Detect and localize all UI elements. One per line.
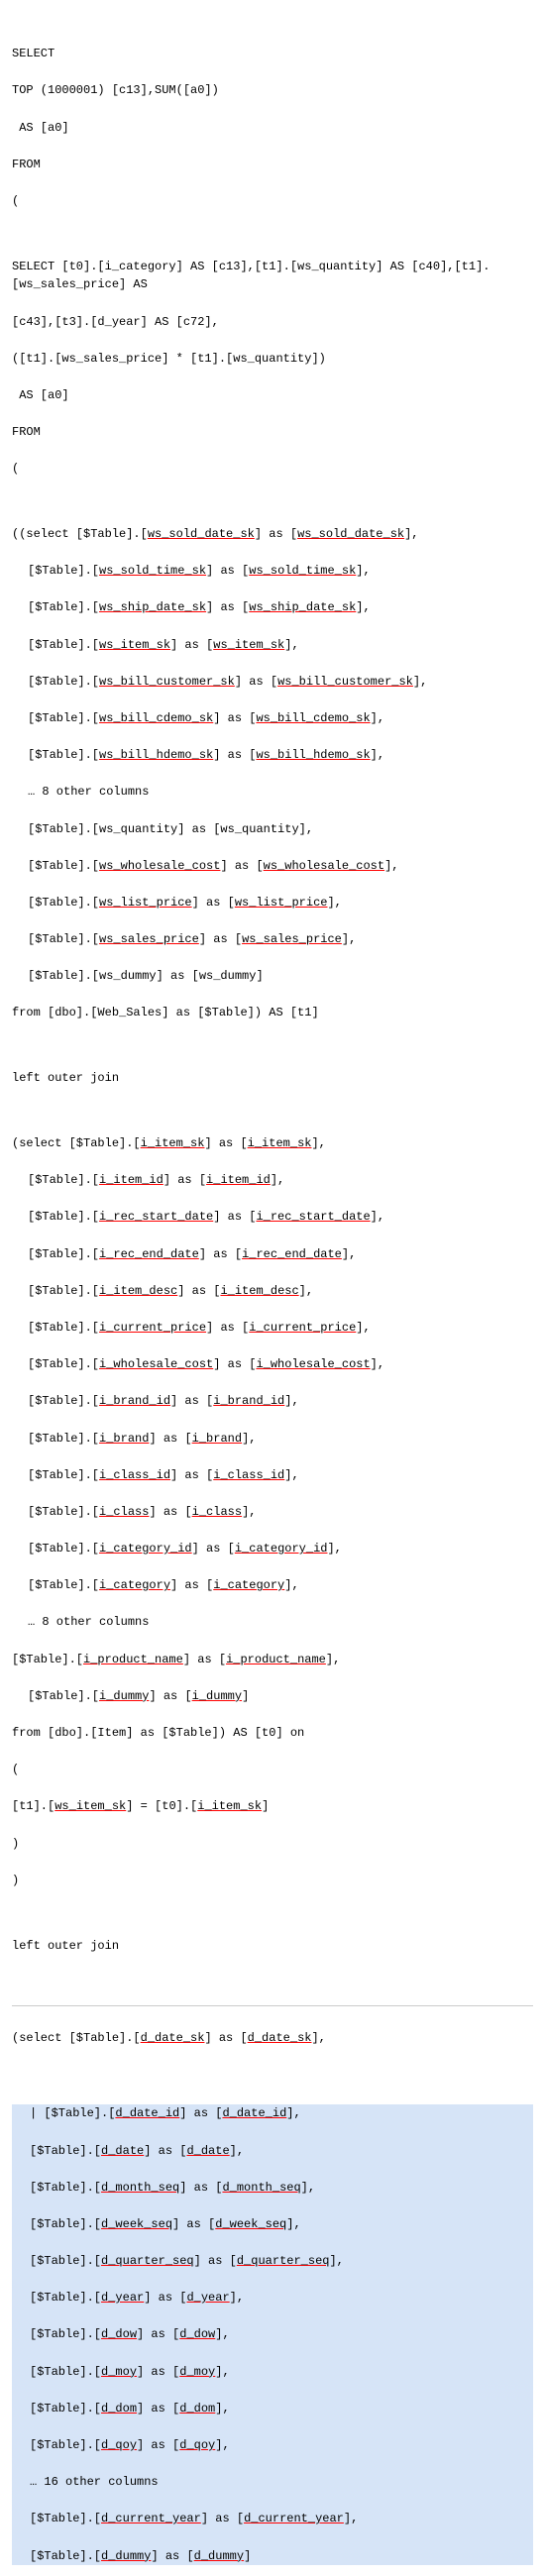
line-i-recend: [$Table].[i_rec_end_date] as [i_rec_end_… bbox=[12, 1245, 533, 1264]
line-select: SELECT bbox=[12, 45, 533, 63]
line-i-cat: [$Table].[i_category] as [i_category], bbox=[12, 1576, 533, 1595]
line-cols2: [c43],[t3].[d_year] AS [c72], bbox=[12, 313, 533, 332]
line-from: FROM bbox=[12, 156, 533, 174]
line-d-qtrseq: [$Table].[d_quarter_seq] as [d_quarter_s… bbox=[14, 2252, 531, 2271]
line-as-a0-2: AS [a0] bbox=[12, 386, 533, 405]
line-8other2: … 8 other columns bbox=[12, 1613, 533, 1632]
line-ws-wholesale: [$Table].[ws_wholesale_cost] as [ws_whol… bbox=[12, 857, 533, 876]
line-i-catid: [$Table].[i_category_id] as [i_category_… bbox=[12, 1540, 533, 1558]
line-d-dateid: | [$Table].[d_date_id] as [d_date_id], bbox=[14, 2104, 531, 2123]
line-top: TOP (1000001) [c13],SUM([a0]) bbox=[12, 81, 533, 100]
line-from-websales: from [dbo].[Web_Sales] as [$Table]) AS [… bbox=[12, 1004, 533, 1022]
line-from2: FROM bbox=[12, 423, 533, 442]
line-ws-qty: [$Table].[ws_quantity] as [ws_quantity], bbox=[12, 820, 533, 839]
line-d-date: [$Table].[d_date] as [d_date], bbox=[14, 2142, 531, 2161]
line-d-year: [$Table].[d_year] as [d_year], bbox=[14, 2289, 531, 2308]
line-i-itemid: [$Table].[i_item_id] as [i_item_id], bbox=[12, 1171, 533, 1190]
line-ws-ship: [$Table].[ws_ship_date_sk] as [ws_ship_d… bbox=[12, 598, 533, 617]
line-close1: ) bbox=[12, 1835, 533, 1854]
line-i-brandid: [$Table].[i_brand_id] as [i_brand_id], bbox=[12, 1392, 533, 1411]
line-ws-time: [$Table].[ws_sold_time_sk] as [ws_sold_t… bbox=[12, 562, 533, 581]
line-i-wholesale: [$Table].[i_wholesale_cost] as [i_wholes… bbox=[12, 1355, 533, 1374]
line-calc: ([t1].[ws_sales_price] * [t1].[ws_quanti… bbox=[12, 350, 533, 369]
line-left-join1: left outer join bbox=[12, 1069, 533, 1088]
line-d-weekseq: [$Table].[d_week_seq] as [d_week_seq], bbox=[14, 2215, 531, 2234]
line-d-dummy: [$Table].[d_dummy] as [d_dummy] bbox=[14, 2547, 531, 2566]
line-16other: … 16 other columns bbox=[14, 2473, 531, 2492]
line-sel-item: (select [$Table].[i_item_sk] as [i_item_… bbox=[12, 1134, 533, 1153]
line-subsel: ((select [$Table].[ws_sold_date_sk] as [… bbox=[12, 525, 533, 544]
line-close2: ) bbox=[12, 1872, 533, 1890]
line-d-moy: [$Table].[d_moy] as [d_moy], bbox=[14, 2363, 531, 2382]
line-ws-item: [$Table].[ws_item_sk] as [ws_item_sk], bbox=[12, 636, 533, 655]
line-ws-dummy: [$Table].[ws_dummy] as [ws_dummy] bbox=[12, 967, 533, 986]
line-d-dom: [$Table].[d_dom] as [d_dom], bbox=[14, 2400, 531, 2418]
line-d-qoy: [$Table].[d_qoy] as [d_qoy], bbox=[14, 2436, 531, 2455]
line-ws-billcust: [$Table].[ws_bill_customer_sk] as [ws_bi… bbox=[12, 673, 533, 692]
highlighted-section: | [$Table].[d_date_id] as [d_date_id], [… bbox=[12, 2104, 533, 2565]
line-i-brand: [$Table].[i_brand] as [i_brand], bbox=[12, 1430, 533, 1449]
line-select2: SELECT [t0].[i_category] AS [c13],[t1].[… bbox=[12, 258, 533, 294]
line-open2: ( bbox=[12, 460, 533, 479]
line-ws-billhdemo: [$Table].[ws_bill_hdemo_sk] as [ws_bill_… bbox=[12, 746, 533, 765]
line-join-cond1: [t1].[ws_item_sk] = [t0].[i_item_sk] bbox=[12, 1797, 533, 1816]
line-ws-salesprice: [$Table].[ws_sales_price] as [ws_sales_p… bbox=[12, 930, 533, 949]
line-from-item: from [dbo].[Item] as [$Table]) AS [t0] o… bbox=[12, 1724, 533, 1743]
line-i-itemdesc: [$Table].[i_item_desc] as [i_item_desc], bbox=[12, 1282, 533, 1301]
line-open-paren2: ( bbox=[12, 1761, 533, 1779]
line-i-curprice: [$Table].[i_current_price] as [i_current… bbox=[12, 1319, 533, 1338]
line-ws-listprice: [$Table].[ws_list_price] as [ws_list_pri… bbox=[12, 894, 533, 912]
line-i-classid: [$Table].[i_class_id] as [i_class_id], bbox=[12, 1466, 533, 1485]
line-sel-date: (select [$Table].[d_date_sk] as [d_date_… bbox=[12, 2029, 533, 2048]
line-i-prodname: [$Table].[i_product_name] as [i_product_… bbox=[12, 1651, 533, 1669]
line-8other: … 8 other columns bbox=[12, 783, 533, 802]
line-d-curyear: [$Table].[d_current_year] as [d_current_… bbox=[14, 2510, 531, 2528]
code-block: SELECT TOP (1000001) [c13],SUM([a0]) AS … bbox=[0, 0, 545, 2576]
line-ws-billcdemo: [$Table].[ws_bill_cdemo_sk] as [ws_bill_… bbox=[12, 709, 533, 728]
line-d-monthseq: [$Table].[d_month_seq] as [d_month_seq], bbox=[14, 2179, 531, 2198]
line-as-a0: AS [a0] bbox=[12, 119, 533, 138]
line-open-paren: ( bbox=[12, 192, 533, 211]
divider bbox=[12, 2005, 533, 2006]
line-i-class: [$Table].[i_class] as [i_class], bbox=[12, 1503, 533, 1522]
line-d-dow: [$Table].[d_dow] as [d_dow], bbox=[14, 2325, 531, 2344]
line-left-join2: left outer join bbox=[12, 1937, 533, 1956]
line-i-recstart: [$Table].[i_rec_start_date] as [i_rec_st… bbox=[12, 1208, 533, 1227]
line-i-dummy: [$Table].[i_dummy] as [i_dummy] bbox=[12, 1687, 533, 1706]
